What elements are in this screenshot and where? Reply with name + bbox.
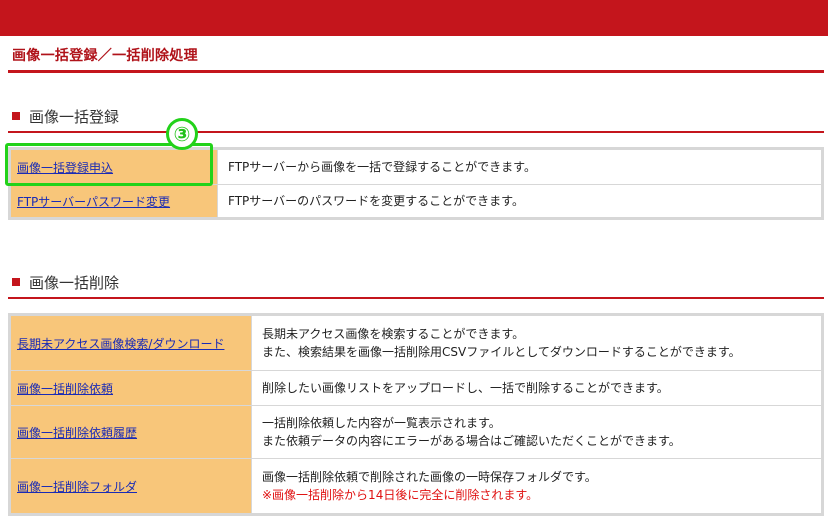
link-cell: 画像一括登録申込 <box>11 150 217 184</box>
bulk-register-apply-link[interactable]: 画像一括登録申込 <box>17 159 113 176</box>
unaccessed-image-search-link[interactable]: 長期未アクセス画像検索/ダウンロード <box>17 335 224 352</box>
description-cell: 一括削除依頼した内容が一覧表示されます。 また依頼データの内容にエラーがある場合… <box>251 406 821 458</box>
description-text: FTPサーバーから画像を一括で登録することができます。 <box>228 160 536 174</box>
link-cell: 画像一括削除依頼 <box>11 371 251 405</box>
bulk-delete-history-link[interactable]: 画像一括削除依頼履歴 <box>17 424 137 441</box>
link-cell: 画像一括削除フォルダ <box>11 459 251 513</box>
table-row: 画像一括削除依頼履歴 一括削除依頼した内容が一覧表示されます。 また依頼データの… <box>11 406 821 459</box>
description-cell: 削除したい画像リストをアップロードし、一括で削除することができます。 <box>251 371 821 405</box>
description-cell: FTPサーバーから画像を一括で登録することができます。 <box>217 150 821 184</box>
bulk-delete-table: 長期未アクセス画像検索/ダウンロード 長期未アクセス画像を検索することができます… <box>8 313 824 516</box>
square-bullet-icon <box>12 278 20 286</box>
description-cell: 画像一括削除依頼で削除された画像の一時保存フォルダです。 ※画像一括削除から14… <box>251 459 821 513</box>
bulk-register-table: 画像一括登録申込 FTPサーバーから画像を一括で登録することができます。 FTP… <box>8 147 824 220</box>
section-heading-bulk-register: 画像一括登録 <box>12 106 119 127</box>
section-heading-bulk-delete: 画像一括削除 <box>12 272 119 293</box>
description-text: 長期未アクセス画像を検索することができます。 <box>262 327 525 341</box>
description-cell: 長期未アクセス画像を検索することができます。 また、検索結果を画像一括削除用CS… <box>251 316 821 370</box>
link-cell: 長期未アクセス画像検索/ダウンロード <box>11 316 251 370</box>
ftp-password-change-link[interactable]: FTPサーバーパスワード変更 <box>17 193 170 210</box>
table-row: 画像一括削除フォルダ 画像一括削除依頼で削除された画像の一時保存フォルダです。 … <box>11 459 821 513</box>
step-number-badge: ③ <box>166 118 198 150</box>
top-header-bar <box>0 0 828 36</box>
table-row: 画像一括登録申込 FTPサーバーから画像を一括で登録することができます。 <box>11 150 821 185</box>
bulk-delete-request-link[interactable]: 画像一括削除依頼 <box>17 380 113 397</box>
deletion-warning-note: ※画像一括削除から14日後に完全に削除されます。 <box>262 488 539 502</box>
section-divider <box>8 131 824 133</box>
description-text: 削除したい画像リストをアップロードし、一括で削除することができます。 <box>262 381 669 395</box>
link-cell: FTPサーバーパスワード変更 <box>11 185 217 217</box>
square-bullet-icon <box>12 112 20 120</box>
description-cell: FTPサーバーのパスワードを変更することができます。 <box>217 185 821 217</box>
table-row: 長期未アクセス画像検索/ダウンロード 長期未アクセス画像を検索することができます… <box>11 316 821 371</box>
description-text: FTPサーバーのパスワードを変更することができます。 <box>228 194 524 208</box>
section-title: 画像一括削除 <box>29 274 120 292</box>
description-text: 一括削除依頼した内容が一覧表示されます。 <box>262 416 501 430</box>
description-text: また、検索結果を画像一括削除用CSVファイルとしてダウンロードすることができます… <box>262 345 741 359</box>
section-divider <box>8 297 824 299</box>
bulk-delete-folder-link[interactable]: 画像一括削除フォルダ <box>17 478 137 495</box>
section-title: 画像一括登録 <box>29 108 120 126</box>
description-text: 画像一括削除依頼で削除された画像の一時保存フォルダです。 <box>262 470 597 484</box>
description-text: また依頼データの内容にエラーがある場合はご確認いただくことができます。 <box>262 434 681 448</box>
title-divider <box>8 70 824 73</box>
table-row: 画像一括削除依頼 削除したい画像リストをアップロードし、一括で削除することができ… <box>11 371 821 406</box>
table-row: FTPサーバーパスワード変更 FTPサーバーのパスワードを変更することができます… <box>11 185 821 217</box>
page-title: 画像一括登録／一括削除処理 <box>12 48 198 64</box>
link-cell: 画像一括削除依頼履歴 <box>11 406 251 458</box>
